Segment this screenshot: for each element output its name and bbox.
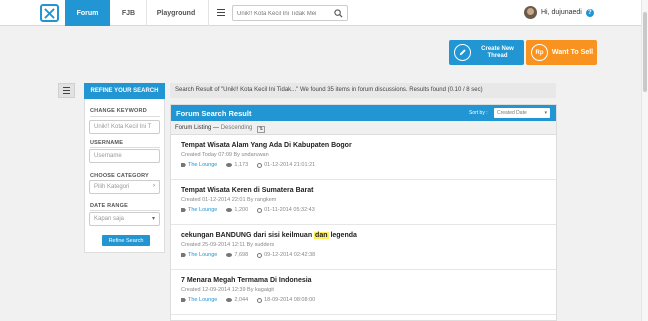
tab-fjb[interactable]: FJB [111,0,146,26]
create-thread-button[interactable]: Create New Thread [449,40,524,65]
want-to-sell-button[interactable]: Rp Want To Sell [526,40,597,65]
result-stats: The Lounge 2,044 18-09-2014 08:08:00 [181,297,315,303]
result-meta: Created 25-09-2014 12:11 By sudders [181,242,275,248]
category-link[interactable]: The Lounge [188,297,217,303]
clock-icon [257,207,263,213]
pencil-icon [454,44,471,61]
sort-order-icon[interactable]: ⇅ [257,126,266,133]
post-date: 18-09-2014 08:08:00 [264,297,316,303]
kaskus-logo[interactable] [40,4,59,22]
result-stats: The Lounge 7,698 09-12-2014 02:42:38 [181,252,315,258]
sort-value: Created Date [497,110,527,116]
date-range-select[interactable]: Kapan saja ▾ [89,212,160,226]
category-select[interactable]: Pilih Kategori › [89,180,160,194]
eye-icon [226,253,233,257]
top-navbar: Forum FJB Playground Hi, dujunaedi ? [0,0,641,26]
tab-forum[interactable]: Forum [65,0,110,26]
result-item: Tempat Wisata Alam Yang Ada Di Kabupaten… [171,135,556,180]
sort-label: Sort by : [469,110,488,116]
tag-icon [181,208,186,212]
want-to-sell-label: Want To Sell [551,49,594,56]
tab-playground[interactable]: Playground [147,0,205,26]
create-thread-label: Create New Thread [481,45,514,59]
sort-select[interactable]: Created Date ▾ [494,108,550,118]
clock-icon [257,252,263,258]
tag-icon [181,298,186,302]
refine-search-header: REFINE YOUR SEARCH [84,83,165,99]
result-title-link[interactable]: Tempat Wisata Keren di Sumatera Barat [181,187,313,194]
result-stats: The Lounge 1,200 01-11-2014 05:32:43 [181,207,315,213]
page-scrollbar[interactable] [641,0,648,321]
search-highlight: dan [314,232,329,239]
username-label: USERNAME [90,140,124,146]
result-item: cekungan BANDUNG dari sisi keilmuan dan … [171,225,556,270]
eye-icon [226,208,233,212]
result-stats: The Lounge 1,173 01-12-2014 21:01:21 [181,162,315,168]
date-range-label: DATE RANGE [90,203,128,209]
result-meta: Created 12-09-2014 12:39 By kagaigit [181,287,274,293]
view-count: 1,173 [234,162,249,168]
category-link[interactable]: The Lounge [188,252,217,258]
chevron-down-icon: ▾ [544,110,547,116]
post-date: 09-12-2014 02:42:38 [264,252,316,258]
tag-icon [181,253,186,257]
username-input[interactable]: Username [89,149,160,163]
view-count: 7,698 [234,252,249,258]
result-header: Forum Search Result Sort by : Created Da… [171,105,556,121]
refine-search-button[interactable]: Refine Search [102,235,150,246]
eye-icon [226,163,233,167]
search-summary: Search Result of "Unik!! Kota Kecil Ini … [170,83,556,98]
post-date: 01-12-2014 21:01:21 [264,162,316,168]
date-range-value: Kapan saja [94,216,125,222]
listing-label: Forum Listing — [175,125,220,131]
keyword-label: CHANGE KEYWORD [90,108,147,114]
category-link[interactable]: The Lounge [188,162,217,168]
chevron-down-icon: ▾ [151,216,155,222]
clock-icon [257,162,263,168]
result-title-link[interactable]: cekungan BANDUNG dari sisi keilmuan dan … [181,232,357,239]
keyword-input[interactable]: Unik!! Kota Kecil Ini T [89,120,160,134]
forum-search-result-panel: Forum Search Result Sort by : Created Da… [170,104,557,321]
search-icon[interactable] [334,9,343,18]
result-meta: Created Today 07:09 By undaruwan [181,152,269,158]
category-link[interactable]: The Lounge [188,207,217,213]
listing-order[interactable]: Descending [221,125,253,131]
search-field[interactable] [232,5,348,21]
search-input[interactable] [237,8,331,19]
hamburger-menu-icon[interactable] [217,9,225,16]
post-date: 01-11-2014 05:32:43 [264,207,315,213]
view-count: 2,044 [234,297,249,303]
result-item: Tempat Wisata Keren di Sumatera Barat Cr… [171,180,556,225]
user-menu[interactable]: Hi, dujunaedi ? [524,6,594,19]
category-placeholder: Pilih Kategori [94,184,130,190]
avatar[interactable] [524,6,537,19]
result-meta: Created 01-12-2014 22:01 By rangkem [181,197,277,203]
tag-icon [181,163,186,167]
list-view-toggle[interactable] [58,83,75,98]
result-item: 7 Menara Megah Termama Di Indonesia Crea… [171,270,556,315]
result-title: Forum Search Result [176,109,252,118]
refine-search-panel: CHANGE KEYWORD Unik!! Kota Kecil Ini T U… [84,99,165,253]
user-greeting[interactable]: Hi, dujunaedi [541,9,582,16]
chevron-right-icon: › [153,183,155,189]
help-icon[interactable]: ? [585,8,594,17]
rupiah-icon: Rp [531,44,548,61]
view-count: 1,200 [234,207,249,213]
category-label: CHOOSE CATEGORY [90,173,149,179]
logo-icon [44,7,55,19]
scrollbar-thumb[interactable] [643,12,647,92]
clock-icon [257,297,263,303]
result-title-link[interactable]: Tempat Wisata Alam Yang Ada Di Kabupaten… [181,142,352,149]
result-title-link[interactable]: 7 Menara Megah Termama Di Indonesia [181,277,312,284]
eye-icon [226,298,233,302]
listing-bar: Forum Listing — Descending ⇅ [171,121,556,135]
